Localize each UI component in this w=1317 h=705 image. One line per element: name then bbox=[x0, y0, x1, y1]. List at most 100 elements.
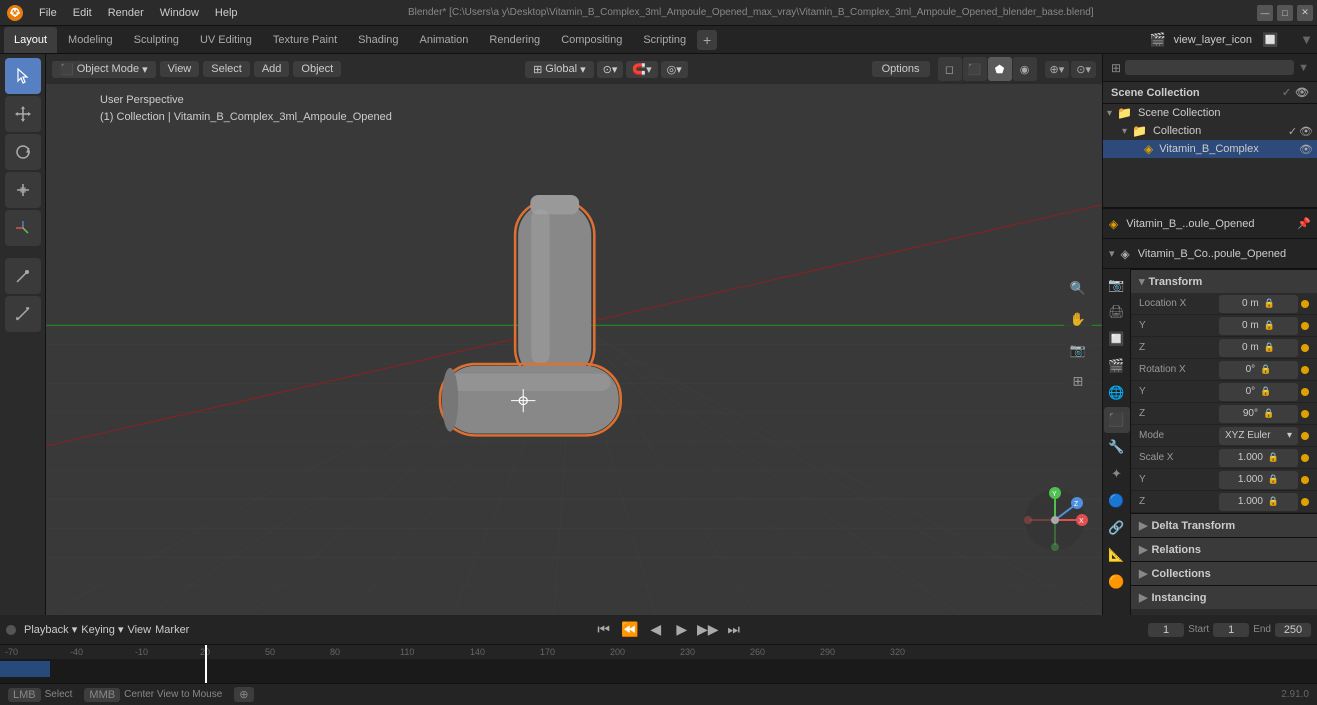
rotation-mode-selector[interactable]: XYZ Euler ▾ bbox=[1219, 427, 1298, 445]
scale-y-input[interactable]: 1.000 🔒 bbox=[1219, 471, 1298, 489]
outliner-search-input[interactable] bbox=[1125, 60, 1294, 75]
jump-start-button[interactable]: ⏮ bbox=[593, 619, 615, 641]
maximize-button[interactable]: □ bbox=[1277, 5, 1293, 21]
data-properties-tab[interactable]: 📐 bbox=[1104, 542, 1130, 568]
play-reverse-button[interactable]: ◀ bbox=[645, 619, 667, 641]
orthographic-button[interactable]: ⊞ bbox=[1064, 367, 1092, 395]
zoom-in-button[interactable]: 🔍 bbox=[1064, 274, 1092, 302]
transform-global-selector[interactable]: ⊞ Global ▾ bbox=[525, 61, 594, 78]
window-menu[interactable]: Window bbox=[153, 5, 206, 21]
render-menu[interactable]: Render bbox=[101, 5, 151, 21]
scene-properties-tab[interactable]: 🎬 bbox=[1104, 353, 1130, 379]
rotation-x-input[interactable]: 0° 🔒 bbox=[1219, 361, 1298, 379]
tab-uv-editing[interactable]: UV Editing bbox=[190, 27, 262, 53]
pivot-point-selector[interactable]: ⊙▾ bbox=[597, 61, 624, 78]
output-properties-tab[interactable]: 🖨 bbox=[1104, 299, 1130, 325]
delta-transform-header[interactable]: ▶ Delta Transform bbox=[1131, 513, 1317, 537]
constraints-properties-tab[interactable]: 🔗 bbox=[1104, 515, 1130, 541]
outliner-eye-icon[interactable]: 👁 bbox=[1295, 86, 1309, 99]
keying-menu[interactable]: Keying ▾ bbox=[81, 623, 123, 636]
tree-item-vitamin[interactable]: ▾ ◈ Vitamin_B_Complex 👁 bbox=[1103, 140, 1317, 158]
tab-scripting[interactable]: Scripting bbox=[633, 27, 696, 53]
measure-tool[interactable] bbox=[5, 296, 41, 332]
relations-header[interactable]: ▶ Relations bbox=[1131, 537, 1317, 561]
object-menu-button[interactable]: Object bbox=[293, 61, 341, 77]
options-button[interactable]: Options bbox=[872, 61, 930, 77]
rendered-shading[interactable]: ◉ bbox=[1013, 57, 1037, 81]
timeline-view-menu[interactable]: View bbox=[127, 624, 151, 636]
record-button[interactable] bbox=[6, 625, 16, 635]
tab-animation[interactable]: Animation bbox=[410, 27, 479, 53]
tab-shading[interactable]: Shading bbox=[348, 27, 408, 53]
3d-viewport[interactable]: User Perspective (1) Collection | Vitami… bbox=[46, 54, 1102, 615]
view-layer-properties-tab[interactable]: 🔲 bbox=[1104, 326, 1130, 352]
timeline-playhead[interactable] bbox=[205, 645, 207, 683]
material-shading[interactable]: ⬟ bbox=[988, 57, 1012, 81]
edit-menu[interactable]: Edit bbox=[66, 5, 99, 21]
playback-menu[interactable]: Playback ▾ bbox=[24, 623, 77, 636]
rotation-y-input[interactable]: 0° 🔒 bbox=[1219, 383, 1298, 401]
object-properties-tab[interactable]: ⬛ bbox=[1104, 407, 1130, 433]
cursor-tool[interactable] bbox=[5, 58, 41, 94]
tree-item-scene-collection[interactable]: ▾ 📁 Scene Collection bbox=[1103, 104, 1317, 122]
blender-logo-icon[interactable] bbox=[4, 2, 26, 24]
navigation-gizmo[interactable]: X Y Z bbox=[1020, 485, 1090, 555]
add-workspace-button[interactable]: + bbox=[697, 30, 717, 50]
object-mode-selector[interactable]: ⬛ Object Mode ▾ bbox=[52, 61, 156, 78]
outliner-check-icon[interactable]: ✓ bbox=[1282, 86, 1291, 99]
gizmos-button[interactable]: ⊙▾ bbox=[1071, 61, 1096, 78]
pan-view-button[interactable]: ✋ bbox=[1064, 305, 1092, 333]
view-menu-button[interactable]: View bbox=[160, 61, 200, 77]
jump-end-button[interactable]: ⏭ bbox=[723, 619, 745, 641]
collection-eye-icon[interactable]: 👁 bbox=[1299, 125, 1313, 138]
render-properties-tab[interactable]: 📷 bbox=[1104, 272, 1130, 298]
snap-toggle[interactable]: 🧲▾ bbox=[626, 61, 657, 78]
current-frame-input[interactable]: 1 bbox=[1148, 623, 1184, 637]
material-properties-tab[interactable]: 🟠 bbox=[1104, 569, 1130, 595]
vitamin-eye-icon[interactable]: 👁 bbox=[1299, 143, 1313, 156]
annotate-tool[interactable] bbox=[5, 258, 41, 294]
tab-layout[interactable]: Layout bbox=[4, 27, 57, 53]
location-z-input[interactable]: 0 m 🔒 bbox=[1219, 339, 1298, 357]
physics-properties-tab[interactable]: 🔵 bbox=[1104, 488, 1130, 514]
viewport-overlays-button[interactable]: ⊕▾ bbox=[1045, 61, 1070, 78]
scale-tool[interactable] bbox=[5, 172, 41, 208]
tree-item-collection[interactable]: ▾ 📁 Collection ✓ 👁 bbox=[1103, 122, 1317, 140]
transform-tool[interactable] bbox=[5, 210, 41, 246]
location-x-input[interactable]: 0 m 🔒 bbox=[1219, 295, 1298, 313]
rotation-z-input[interactable]: 90° 🔒 bbox=[1219, 405, 1298, 423]
object-pin-icon[interactable]: 📌 bbox=[1297, 217, 1311, 230]
help-menu[interactable]: Help bbox=[208, 5, 245, 21]
scale-z-input[interactable]: 1.000 🔒 bbox=[1219, 493, 1298, 511]
marker-menu[interactable]: Marker bbox=[155, 624, 189, 636]
end-frame-input[interactable]: 250 bbox=[1275, 623, 1311, 637]
scene-selector[interactable]: view_layer_icon bbox=[1174, 34, 1252, 46]
tab-texture-paint[interactable]: Texture Paint bbox=[263, 27, 347, 53]
tab-sculpting[interactable]: Sculpting bbox=[124, 27, 189, 53]
wireframe-shading[interactable]: ◻ bbox=[938, 57, 962, 81]
transform-section-header[interactable]: ▾ Transform bbox=[1131, 269, 1317, 293]
jump-next-keyframe-button[interactable]: ▶▶ bbox=[697, 619, 719, 641]
world-properties-tab[interactable]: 🌐 bbox=[1104, 380, 1130, 406]
proportional-edit[interactable]: ◎▾ bbox=[661, 61, 688, 78]
modifier-properties-tab[interactable]: 🔧 bbox=[1104, 434, 1130, 460]
particles-properties-tab[interactable]: ✦ bbox=[1104, 461, 1130, 487]
solid-shading[interactable]: ⬛ bbox=[963, 57, 987, 81]
scale-x-input[interactable]: 1.000 🔒 bbox=[1219, 449, 1298, 467]
collections-header[interactable]: ▶ Collections bbox=[1131, 561, 1317, 585]
add-menu-button[interactable]: Add bbox=[254, 61, 290, 77]
tab-compositing[interactable]: Compositing bbox=[551, 27, 632, 53]
tab-modeling[interactable]: Modeling bbox=[58, 27, 123, 53]
minimize-button[interactable]: — bbox=[1257, 5, 1273, 21]
play-button[interactable]: ▶ bbox=[671, 619, 693, 641]
file-menu[interactable]: File bbox=[32, 5, 64, 21]
close-button[interactable]: ✕ bbox=[1297, 5, 1313, 21]
instancing-header[interactable]: ▶ Instancing bbox=[1131, 585, 1317, 609]
outliner-filter-icon[interactable]: ▼ bbox=[1298, 62, 1309, 74]
start-frame-input[interactable]: 1 bbox=[1213, 623, 1249, 637]
camera-view-button[interactable]: 📷 bbox=[1064, 336, 1092, 364]
select-menu-button[interactable]: Select bbox=[203, 61, 250, 77]
move-tool[interactable] bbox=[5, 96, 41, 132]
jump-prev-keyframe-button[interactable]: ⏪ bbox=[619, 619, 641, 641]
timeline-track[interactable]: -70 -40 -10 20 50 80 110 140 170 200 230… bbox=[0, 645, 1317, 683]
